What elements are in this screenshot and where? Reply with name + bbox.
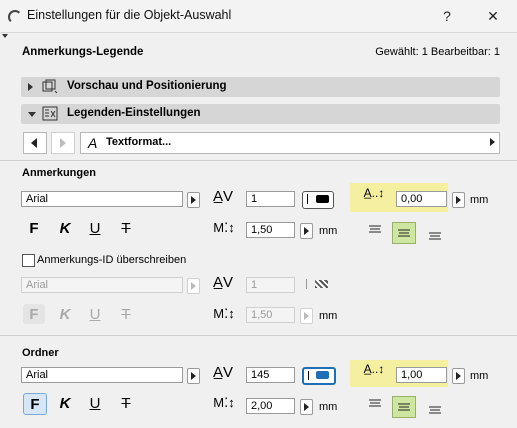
help-button[interactable]: ? xyxy=(432,4,462,28)
letter-spacing-input[interactable]: 1 xyxy=(246,191,295,207)
leading-icon: M⁚↕ xyxy=(213,306,235,321)
ordner-leading-unit: mm xyxy=(319,401,338,413)
leading-icon: M⁚↕ xyxy=(213,220,235,235)
font-menu-button[interactable] xyxy=(187,192,200,208)
ordner-text-color-button[interactable] xyxy=(302,367,336,385)
header-title: Anmerkungs-Legende xyxy=(22,46,144,58)
ordner-italic-button[interactable]: K xyxy=(54,393,76,413)
letter-spacing-icon: A̲V xyxy=(212,274,233,291)
strikethrough-button[interactable]: T xyxy=(115,218,137,238)
letter-spacing-icon: A̲V xyxy=(212,364,233,381)
offset-menu-button[interactable] xyxy=(452,192,465,208)
ordner-align-bottom-button[interactable] xyxy=(424,398,446,418)
ordner-offset-input[interactable]: 1,00 xyxy=(396,367,447,383)
ordner-strikethrough-button[interactable]: T xyxy=(115,393,137,413)
baseline-offset-icon: A̲..↕ xyxy=(363,362,385,376)
collapse-arrow-icon xyxy=(28,112,36,117)
leading-unit: mm xyxy=(319,225,338,237)
close-button[interactable]: ✕ xyxy=(478,4,508,28)
next-page-button[interactable] xyxy=(51,132,75,154)
ordner-font-select[interactable]: Arial xyxy=(21,367,183,383)
bold-button[interactable]: F xyxy=(23,218,45,238)
expand-arrow-icon xyxy=(28,83,33,91)
underline-button[interactable]: U xyxy=(84,218,106,238)
override-id-checkbox[interactable] xyxy=(22,254,35,267)
collapse-arrow-icon[interactable] xyxy=(2,34,8,38)
override-font-menu-button[interactable] xyxy=(187,278,200,294)
offset-input[interactable]: 0,00 xyxy=(396,191,447,207)
align-middle-button[interactable] xyxy=(392,222,416,244)
align-top-icon xyxy=(369,399,381,407)
leading-icon: M⁚↕ xyxy=(213,395,235,410)
text-color-button[interactable] xyxy=(302,191,334,209)
align-middle-icon xyxy=(398,403,410,411)
ordner-offset-menu-button[interactable] xyxy=(452,368,465,384)
selection-status: Gewählt: 1 Bearbeitbar: 1 xyxy=(375,46,500,58)
override-strikethrough-button[interactable]: T xyxy=(115,304,137,324)
leading-menu-button[interactable] xyxy=(300,223,313,239)
group-label-anmerkungen: Anmerkungen xyxy=(22,167,96,179)
page-selector-label: Textformat... xyxy=(106,136,172,148)
align-bottom-button[interactable] xyxy=(424,224,446,244)
font-select[interactable]: Arial xyxy=(21,191,183,207)
override-leading-unit: mm xyxy=(319,310,338,322)
align-middle-icon xyxy=(398,229,410,237)
ordner-leading-input[interactable]: 2,00 xyxy=(246,398,295,414)
letter-spacing-icon: A̲V xyxy=(212,188,233,205)
color-swatch xyxy=(316,195,329,203)
override-font-select[interactable]: Arial xyxy=(21,277,183,293)
override-letter-spacing-input[interactable]: 1 xyxy=(246,277,295,293)
dropdown-arrow-icon xyxy=(490,138,495,146)
ordner-align-middle-button[interactable] xyxy=(392,396,416,418)
ordner-underline-button[interactable]: U xyxy=(84,393,106,413)
group-label-ordner: Ordner xyxy=(22,347,59,359)
section-legend-label: Legenden-Einstellungen xyxy=(67,107,201,119)
prev-page-button[interactable] xyxy=(23,132,47,154)
align-top-button[interactable] xyxy=(364,220,386,240)
legend-settings-icon xyxy=(42,106,58,121)
page-selector[interactable]: A Textformat... xyxy=(80,132,500,154)
override-underline-button[interactable]: U xyxy=(84,304,106,324)
override-leading-input[interactable]: 1,50 xyxy=(246,307,295,323)
baseline-offset-icon: A̲..↕ xyxy=(363,186,385,200)
override-bold-button[interactable]: F xyxy=(23,304,45,324)
section-preview-label: Vorschau und Positionierung xyxy=(67,80,227,92)
override-leading-menu-button[interactable] xyxy=(300,308,313,324)
color-swatch xyxy=(316,371,329,379)
ordner-offset-unit: mm xyxy=(470,370,489,382)
align-top-icon xyxy=(369,225,381,233)
override-id-label: Anmerkungs-ID überschreiben xyxy=(37,254,187,266)
window-title: Einstellungen für die Objekt-Auswahl xyxy=(27,8,232,22)
preview-icon xyxy=(42,79,58,94)
section-legend[interactable]: Legenden-Einstellungen xyxy=(21,104,500,124)
section-preview[interactable]: Vorschau und Positionierung xyxy=(21,77,500,97)
offset-unit: mm xyxy=(470,194,489,206)
override-italic-button[interactable]: K xyxy=(54,304,76,324)
divider xyxy=(0,335,517,336)
italic-button[interactable]: K xyxy=(54,218,76,238)
color-swatch xyxy=(315,280,328,288)
align-bottom-icon xyxy=(429,232,441,240)
ordner-bold-button[interactable]: F xyxy=(23,393,47,415)
ordner-align-top-button[interactable] xyxy=(364,394,386,414)
text-format-icon: A xyxy=(88,135,98,151)
ordner-letter-spacing-input[interactable]: 145 xyxy=(246,367,295,383)
ordner-leading-menu-button[interactable] xyxy=(300,399,313,415)
align-bottom-icon xyxy=(429,406,441,414)
ordner-font-menu-button[interactable] xyxy=(187,368,200,384)
app-icon xyxy=(8,10,22,24)
divider xyxy=(0,160,517,161)
override-color-button[interactable] xyxy=(302,277,332,293)
leading-input[interactable]: 1,50 xyxy=(246,222,295,238)
